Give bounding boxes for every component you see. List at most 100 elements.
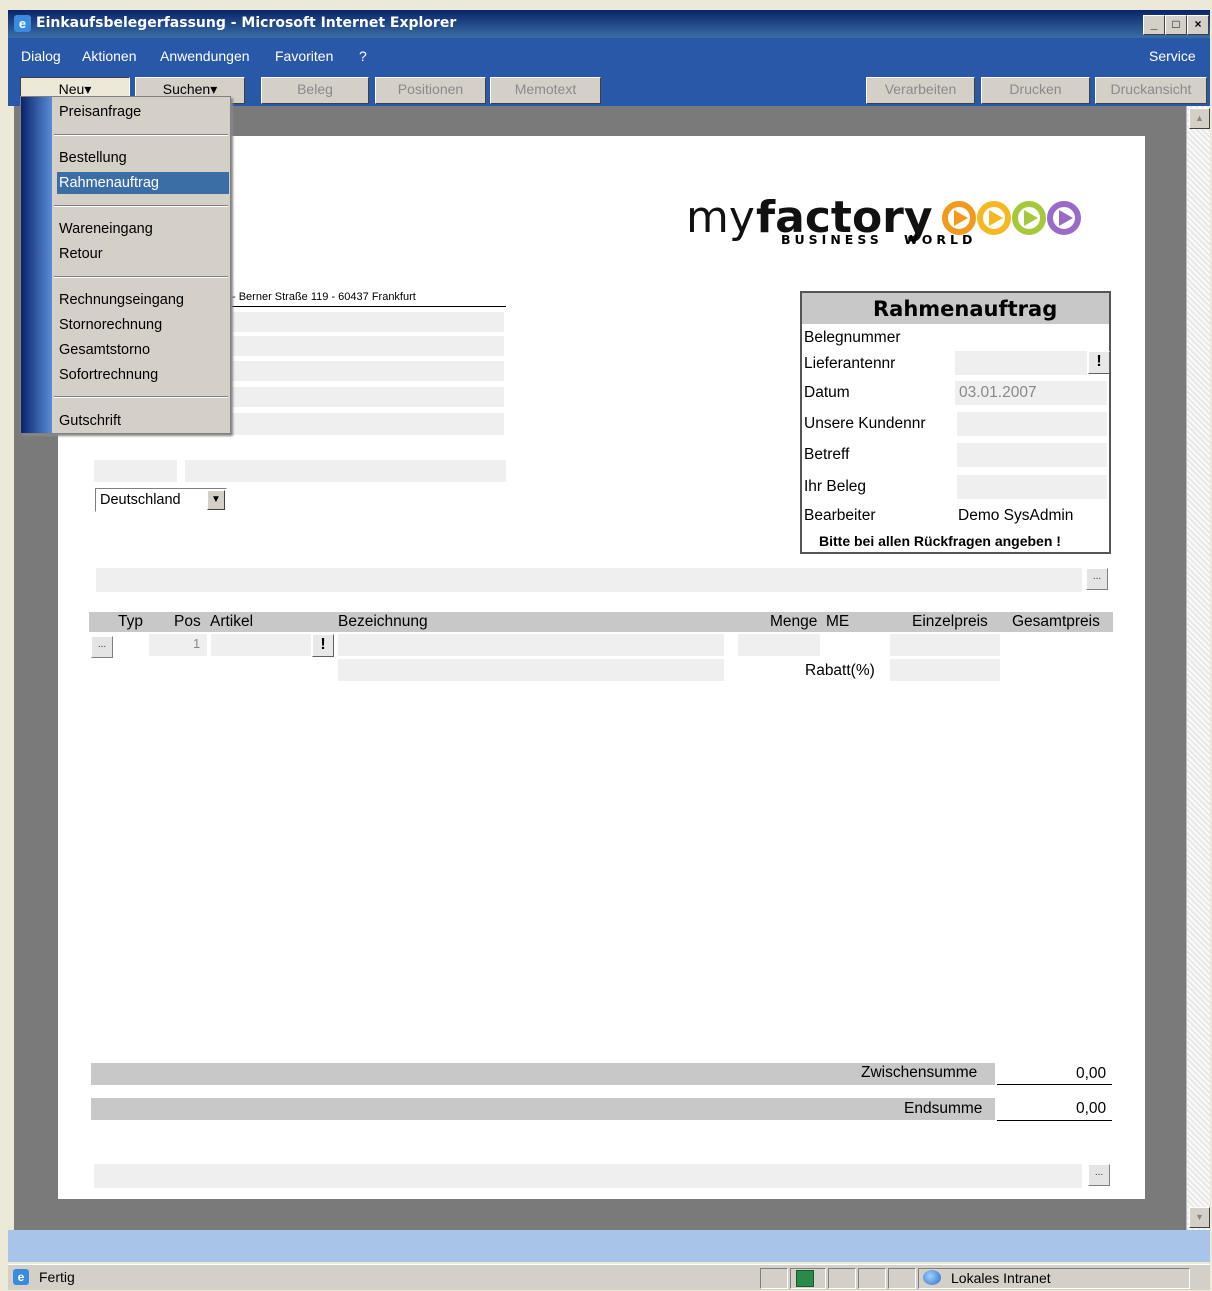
endsumme-label: Endsumme — [904, 1100, 983, 1117]
neu-dropdown-menu: Preisanfrage Bestellung Rahmenauftrag Wa… — [20, 96, 231, 434]
row-artikel-field[interactable] — [211, 634, 311, 656]
logo-circles-icon — [942, 201, 1081, 235]
menu-dialog[interactable]: Dialog — [21, 48, 61, 64]
col-pos: Pos — [174, 613, 201, 630]
menu-help[interactable]: ? — [359, 48, 367, 64]
menu-item-retour[interactable]: Retour — [57, 243, 229, 265]
lieferantennr-label: Lieferantennr — [804, 355, 896, 372]
document-type-title: Rahmenauftrag — [873, 297, 1058, 321]
minimize-button[interactable]: _ — [1143, 15, 1165, 35]
title-bar: e Einkaufsbelegerfassung - Microsoft Int… — [8, 10, 1210, 38]
druckansicht-button[interactable]: Druckansicht — [1095, 77, 1207, 104]
menu-separator — [54, 276, 228, 278]
kundennr-label: Unsere Kundennr — [804, 415, 926, 432]
city-field[interactable] — [185, 460, 506, 482]
menu-item-rahmenauftrag[interactable]: Rahmenauftrag — [57, 172, 229, 194]
zip-field[interactable] — [94, 460, 177, 482]
menu-bar: Dialog Aktionen Anwendungen Favoriten ? … — [8, 38, 1210, 74]
lower-bar — [8, 1230, 1210, 1262]
menu-item-gesamtstorno[interactable]: Gesamtstorno — [57, 339, 229, 361]
row-menge-field[interactable] — [738, 634, 820, 656]
col-typ: Typ — [118, 613, 143, 630]
drucken-button[interactable]: Drucken — [981, 77, 1090, 104]
logo-sub-world: WORLD — [904, 232, 977, 247]
address-line-1[interactable] — [228, 312, 504, 332]
menu-anwendungen[interactable]: Anwendungen — [160, 48, 250, 64]
rabatt-label: Rabatt(%) — [805, 662, 875, 679]
menu-item-rechnungseingang[interactable]: Rechnungseingang — [57, 289, 229, 311]
ie-page-icon: e — [13, 1269, 29, 1285]
verarbeiten-button[interactable]: Verarbeiten — [866, 77, 975, 104]
ie-icon: e — [14, 15, 31, 32]
document-info-box: Rahmenauftrag Belegnummer Lieferantennr … — [800, 291, 1111, 554]
datum-value: 03.01.2007 — [959, 384, 1037, 401]
zwischensumme-bar — [91, 1063, 995, 1085]
bearbeiter-label: Bearbeiter — [804, 507, 876, 524]
country-select[interactable]: Deutschland ▼ — [95, 488, 227, 512]
zwischensumme-label: Zwischensumme — [861, 1064, 978, 1081]
ihrbeleg-field[interactable] — [957, 475, 1107, 499]
reference-note: Bitte bei allen Rückfragen angeben ! — [819, 533, 1061, 549]
menu-favoriten[interactable]: Favoriten — [275, 48, 333, 64]
maximize-button[interactable]: □ — [1165, 15, 1187, 35]
footer-text-ellipsis-icon[interactable]: ... — [1088, 1164, 1110, 1186]
endsumme-bar — [91, 1098, 995, 1120]
col-bezeichnung: Bezeichnung — [338, 613, 428, 630]
betreff-label: Betreff — [804, 446, 850, 463]
address-line-3[interactable] — [228, 361, 504, 381]
menu-service[interactable]: Service — [1149, 48, 1196, 64]
zone-pane: Lokales Intranet — [918, 1268, 1190, 1289]
status-bar: e Fertig Lokales Intranet — [8, 1264, 1210, 1290]
window-title: Einkaufsbelegerfassung - Microsoft Inter… — [36, 15, 457, 31]
col-me: ME — [826, 613, 850, 630]
col-menge: Menge — [770, 613, 818, 630]
header-text-ellipsis-icon[interactable]: ... — [1086, 568, 1108, 590]
row-bezeichnung-field[interactable] — [338, 634, 724, 656]
memotext-button[interactable]: Memotext — [490, 77, 601, 104]
header-text-field[interactable] — [96, 568, 1082, 592]
scroll-down-icon[interactable]: ▼ — [1189, 1207, 1210, 1228]
logo-text-my: my — [686, 192, 755, 243]
close-button[interactable]: × — [1187, 15, 1209, 35]
menu-item-sofortrechnung[interactable]: Sofortrechnung — [57, 364, 229, 386]
scroll-up-icon[interactable]: ▲ — [1189, 108, 1210, 129]
menu-separator — [54, 134, 228, 136]
row-pos-value: 1 — [193, 636, 201, 651]
security-icon — [796, 1270, 814, 1287]
menu-item-gutschrift[interactable]: Gutschrift — [57, 410, 229, 432]
kundennr-field[interactable] — [957, 412, 1107, 436]
row-bezeichnung-field-2[interactable] — [338, 659, 724, 681]
beleg-button[interactable]: Beleg — [261, 77, 369, 104]
address-line-4[interactable] — [228, 387, 504, 407]
footer-text-field[interactable] — [94, 1164, 1082, 1188]
zone-text: Lokales Intranet — [951, 1270, 1051, 1286]
vertical-scrollbar[interactable]: ▲ ▼ — [1186, 106, 1210, 1230]
country-select-value: Deutschland — [100, 492, 181, 508]
menu-separator — [54, 396, 228, 398]
lieferant-lookup-icon[interactable]: ! — [1088, 351, 1110, 374]
status-text: Fertig — [39, 1269, 75, 1285]
col-artikel: Artikel — [210, 613, 254, 630]
lieferantennr-field[interactable] — [955, 351, 1087, 375]
row-einzelpreis-field[interactable] — [890, 634, 1000, 656]
zwischensumme-value: 0,00 — [1076, 1065, 1107, 1082]
datum-label: Datum — [804, 384, 850, 401]
col-einzelpreis: Einzelpreis — [912, 613, 988, 630]
menu-item-stornorechnung[interactable]: Stornorechnung — [57, 314, 229, 336]
row-rabatt-field[interactable] — [890, 659, 1000, 681]
betreff-field[interactable] — [957, 443, 1107, 467]
sender-line: - Berner Straße 119 - 60437 Frankfurt — [232, 291, 416, 303]
menu-item-preisanfrage[interactable]: Preisanfrage — [57, 101, 229, 123]
address-line-5[interactable] — [228, 413, 504, 435]
row-type-ellipsis-icon[interactable]: ... — [91, 636, 113, 658]
endsumme-value: 0,00 — [1076, 1100, 1107, 1117]
positionen-button[interactable]: Positionen — [375, 77, 486, 104]
artikel-lookup-icon[interactable]: ! — [312, 634, 334, 657]
dropdown-arrow-icon[interactable]: ▼ — [207, 490, 225, 510]
address-line-2[interactable] — [228, 336, 504, 356]
menu-item-bestellung[interactable]: Bestellung — [57, 147, 229, 169]
menu-item-wareneingang[interactable]: Wareneingang — [57, 218, 229, 240]
myfactory-logo: my factory BUSINESS WORLD — [686, 192, 1106, 252]
ihrbeleg-label: Ihr Beleg — [804, 478, 867, 495]
menu-aktionen[interactable]: Aktionen — [82, 48, 136, 64]
